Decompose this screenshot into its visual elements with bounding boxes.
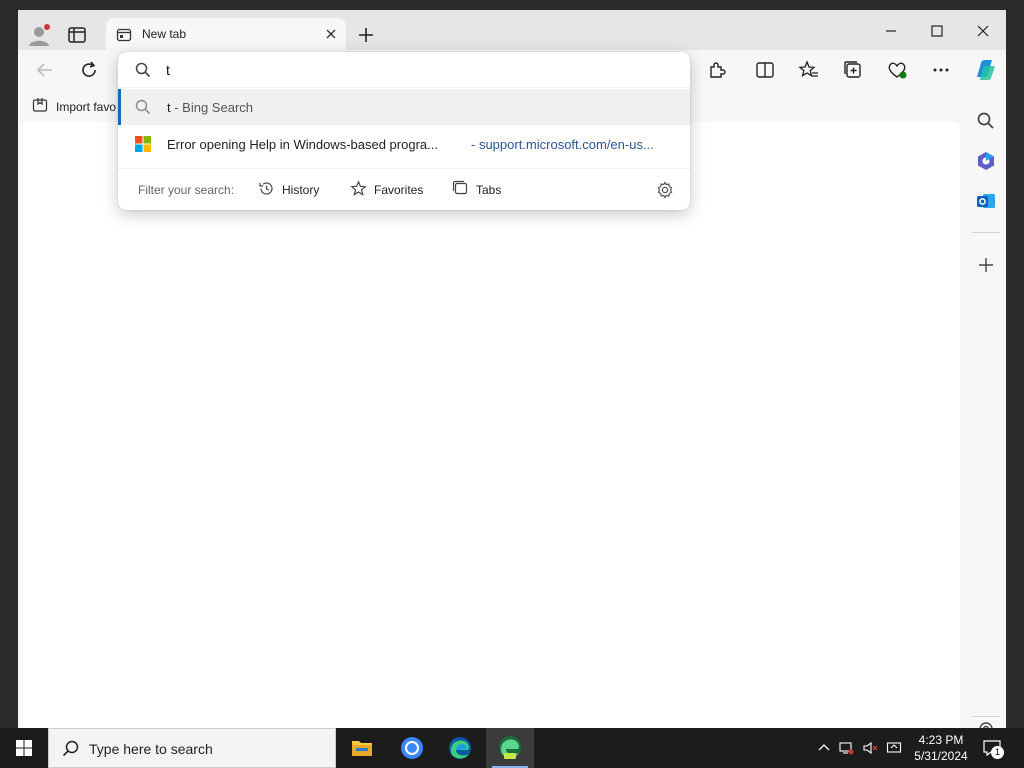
favorites-star-icon — [350, 180, 367, 200]
back-arrow-icon[interactable] — [34, 59, 56, 81]
clock-time: 4:23 PM — [918, 733, 964, 747]
clock-date: 5/31/2024 — [914, 749, 968, 763]
refresh-icon[interactable] — [78, 59, 100, 81]
taskbar: Type here to search 4:23 PM 5/31/2024 1 — [0, 728, 1024, 768]
collections-icon[interactable] — [842, 59, 864, 81]
edge-icon[interactable] — [436, 728, 484, 768]
profile-avatar-icon[interactable] — [26, 22, 52, 48]
address-bar-dropdown: t - Bing Search Error opening Help in Wi… — [118, 52, 690, 210]
file-explorer-icon[interactable] — [338, 728, 386, 768]
filter-history-button[interactable]: History — [258, 178, 319, 202]
maximize-icon[interactable] — [914, 16, 960, 46]
microsoft-365-icon[interactable] — [975, 150, 997, 172]
start-windows-icon[interactable] — [0, 728, 48, 768]
taskbar-search-box[interactable]: Type here to search — [48, 728, 336, 768]
sidebar-divider — [972, 232, 1000, 233]
filter-history-label: History — [282, 183, 320, 197]
browser-essentials-icon[interactable] — [886, 59, 908, 81]
network-icon[interactable] — [838, 740, 854, 756]
sidebar-settings-icon[interactable] — [975, 718, 997, 728]
edge-dev-icon[interactable] — [486, 728, 534, 768]
filter-favorites-button[interactable]: Favorites — [350, 178, 423, 202]
split-screen-icon[interactable] — [754, 59, 776, 81]
filter-favorites-label: Favorites — [374, 183, 424, 197]
search-icon — [134, 61, 152, 79]
system-clock[interactable]: 4:23 PM 5/31/2024 — [906, 732, 976, 764]
new-tab-plus-icon[interactable] — [356, 25, 376, 45]
tab-title: New tab — [142, 27, 187, 41]
chrome-icon[interactable] — [388, 728, 436, 768]
tab-strip: New tab — [18, 10, 1006, 50]
sidebar-divider-bottom — [972, 716, 1000, 717]
more-options-icon[interactable] — [930, 59, 952, 81]
address-bar — [118, 52, 690, 88]
suggestion-text: t - Bing Search — [167, 100, 253, 115]
add-sidebar-app-icon[interactable] — [975, 254, 997, 276]
close-tab-icon[interactable] — [322, 25, 340, 43]
suggestion-url: - support.microsoft.com/en-us... — [471, 137, 654, 152]
chevron-up-icon[interactable] — [816, 740, 832, 756]
volume-muted-icon[interactable] — [862, 740, 878, 756]
address-input[interactable] — [166, 59, 666, 81]
outlook-icon[interactable] — [975, 190, 997, 212]
suggestion-history-item[interactable]: Error opening Help in Windows-based prog… — [118, 126, 690, 162]
import-favorites-button[interactable]: Import favo — [32, 97, 116, 116]
notification-count-badge: 1 — [991, 746, 1004, 759]
favorites-star-icon[interactable] — [798, 59, 820, 81]
microsoft-logo-icon — [134, 135, 152, 153]
page-content-area[interactable] — [20, 122, 960, 728]
taskbar-search-placeholder: Type here to search — [89, 741, 213, 757]
filter-tabs-label: Tabs — [476, 183, 502, 197]
search-icon — [134, 98, 152, 116]
sidebar — [966, 90, 1006, 728]
search-filter-row: Filter your search: History Favorites Ta… — [118, 168, 690, 210]
tabs-icon — [452, 180, 469, 200]
suggestion-bing-search[interactable]: t - Bing Search — [118, 89, 690, 125]
browser-window: New tab Import favo t t - Bing Search Er… — [18, 10, 1006, 728]
import-icon — [32, 97, 48, 116]
extensions-icon[interactable] — [706, 59, 728, 81]
search-icon[interactable] — [975, 110, 997, 132]
notification-center-icon[interactable]: 1 — [982, 738, 1004, 759]
filter-tabs-button[interactable]: Tabs — [452, 178, 501, 202]
window-close-icon[interactable] — [960, 16, 1006, 46]
vertical-tabs-icon[interactable] — [66, 24, 88, 46]
copilot-icon[interactable] — [972, 57, 998, 83]
minimize-icon[interactable] — [868, 16, 914, 46]
import-favorites-label: Import favo — [56, 99, 117, 114]
history-clock-icon — [258, 180, 275, 200]
search-icon — [61, 739, 81, 762]
search-settings-gear-icon[interactable] — [656, 181, 674, 199]
filter-label: Filter your search: — [138, 183, 235, 197]
new-tab-page-icon — [116, 27, 132, 43]
tab-new-tab[interactable]: New tab — [106, 18, 346, 50]
display-icon[interactable] — [886, 740, 902, 756]
suggestion-title: Error opening Help in Windows-based prog… — [167, 137, 438, 152]
